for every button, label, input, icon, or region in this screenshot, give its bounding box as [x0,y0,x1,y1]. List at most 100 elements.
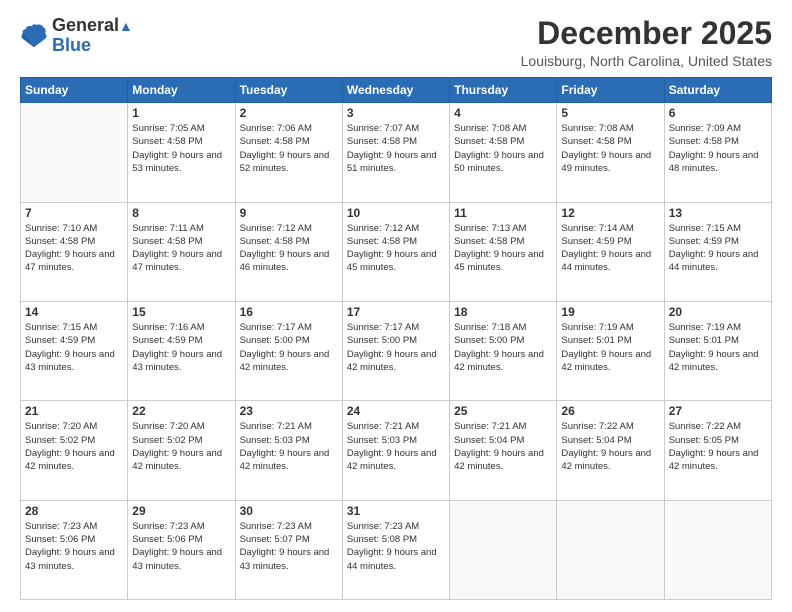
day-number: 16 [240,305,338,319]
day-info: Sunrise: 7:12 AM Sunset: 4:58 PM Dayligh… [347,222,445,275]
day-info: Sunrise: 7:17 AM Sunset: 5:00 PM Dayligh… [240,321,338,374]
day-number: 5 [561,106,659,120]
day-number: 21 [25,404,123,418]
logo: General▲ Blue [20,16,133,56]
day-number: 30 [240,504,338,518]
col-thursday: Thursday [450,78,557,103]
day-number: 1 [132,106,230,120]
calendar-cell: 14 Sunrise: 7:15 AM Sunset: 4:59 PM Dayli… [21,301,128,400]
calendar-cell: 7 Sunrise: 7:10 AM Sunset: 4:58 PM Daylig… [21,202,128,301]
day-info: Sunrise: 7:08 AM Sunset: 4:58 PM Dayligh… [561,122,659,175]
day-number: 7 [25,206,123,220]
day-number: 14 [25,305,123,319]
day-info: Sunrise: 7:15 AM Sunset: 4:59 PM Dayligh… [25,321,123,374]
calendar-cell: 31 Sunrise: 7:23 AM Sunset: 5:08 PM Dayli… [342,500,449,599]
col-wednesday: Wednesday [342,78,449,103]
day-number: 26 [561,404,659,418]
calendar-cell: 27Sunrise: 7:22 AM Sunset: 5:05 PM Dayli… [664,401,771,500]
location: Louisburg, North Carolina, United States [521,53,772,69]
day-number: 31 [347,504,445,518]
calendar-cell [664,500,771,599]
title-block: December 2025 Louisburg, North Carolina,… [521,16,772,69]
day-number: 17 [347,305,445,319]
calendar-cell: 26 Sunrise: 7:22 AM Sunset: 5:04 PM Dayli… [557,401,664,500]
col-saturday: Saturday [664,78,771,103]
header: General▲ Blue December 2025 Louisburg, N… [20,16,772,69]
day-number: 29 [132,504,230,518]
day-info: Sunrise: 7:18 AM Sunset: 5:00 PM Dayligh… [454,321,552,374]
day-info: Sunrise: 7:15 AM Sunset: 4:59 PM Dayligh… [669,222,767,275]
day-info: Sunrise: 7:05 AM Sunset: 4:58 PM Dayligh… [132,122,230,175]
day-info: Sunrise: 7:09 AM Sunset: 4:58 PM Dayligh… [669,122,767,175]
day-info: Sunrise: 7:23 AM Sunset: 5:06 PM Dayligh… [132,520,230,573]
day-number: 28 [25,504,123,518]
calendar-cell: 10 Sunrise: 7:12 AM Sunset: 4:58 PM Dayli… [342,202,449,301]
calendar-cell: 25Sunrise: 7:21 AM Sunset: 5:04 PM Dayli… [450,401,557,500]
day-number: 4 [454,106,552,120]
calendar-header-row: Sunday Monday Tuesday Wednesday Thursday… [21,78,772,103]
col-tuesday: Tuesday [235,78,342,103]
calendar-cell: 13Sunrise: 7:15 AM Sunset: 4:59 PM Dayli… [664,202,771,301]
day-number: 23 [240,404,338,418]
day-info: Sunrise: 7:21 AM Sunset: 5:03 PM Dayligh… [240,420,338,473]
day-number: 18 [454,305,552,319]
calendar-cell [557,500,664,599]
day-info: Sunrise: 7:16 AM Sunset: 4:59 PM Dayligh… [132,321,230,374]
calendar-cell: 29 Sunrise: 7:23 AM Sunset: 5:06 PM Dayli… [128,500,235,599]
calendar-cell: 20Sunrise: 7:19 AM Sunset: 5:01 PM Dayli… [664,301,771,400]
day-number: 9 [240,206,338,220]
calendar-cell: 12 Sunrise: 7:14 AM Sunset: 4:59 PM Dayli… [557,202,664,301]
calendar-cell: 8 Sunrise: 7:11 AM Sunset: 4:58 PM Daylig… [128,202,235,301]
calendar-cell: 3Sunrise: 7:07 AM Sunset: 4:58 PM Daylig… [342,103,449,202]
day-number: 15 [132,305,230,319]
calendar-cell [21,103,128,202]
day-number: 8 [132,206,230,220]
col-monday: Monday [128,78,235,103]
day-number: 10 [347,206,445,220]
day-info: Sunrise: 7:20 AM Sunset: 5:02 PM Dayligh… [132,420,230,473]
day-number: 12 [561,206,659,220]
day-info: Sunrise: 7:23 AM Sunset: 5:07 PM Dayligh… [240,520,338,573]
logo-icon [20,22,48,50]
day-number: 11 [454,206,552,220]
calendar-row-3: 14 Sunrise: 7:15 AM Sunset: 4:59 PM Dayli… [21,301,772,400]
day-number: 24 [347,404,445,418]
calendar-cell [450,500,557,599]
calendar-row-2: 7 Sunrise: 7:10 AM Sunset: 4:58 PM Daylig… [21,202,772,301]
calendar-cell: 28 Sunrise: 7:23 AM Sunset: 5:06 PM Dayli… [21,500,128,599]
month-title: December 2025 [521,16,772,51]
calendar-cell: 5 Sunrise: 7:08 AM Sunset: 4:58 PM Daylig… [557,103,664,202]
day-info: Sunrise: 7:08 AM Sunset: 4:58 PM Dayligh… [454,122,552,175]
calendar-cell: 9 Sunrise: 7:12 AM Sunset: 4:58 PM Daylig… [235,202,342,301]
day-number: 25 [454,404,552,418]
calendar-cell: 1 Sunrise: 7:05 AM Sunset: 4:58 PM Daylig… [128,103,235,202]
col-sunday: Sunday [21,78,128,103]
day-info: Sunrise: 7:10 AM Sunset: 4:58 PM Dayligh… [25,222,123,275]
calendar-row-5: 28 Sunrise: 7:23 AM Sunset: 5:06 PM Dayli… [21,500,772,599]
day-info: Sunrise: 7:23 AM Sunset: 5:06 PM Dayligh… [25,520,123,573]
day-info: Sunrise: 7:23 AM Sunset: 5:08 PM Dayligh… [347,520,445,573]
calendar-cell: 23 Sunrise: 7:21 AM Sunset: 5:03 PM Dayli… [235,401,342,500]
day-info: Sunrise: 7:19 AM Sunset: 5:01 PM Dayligh… [561,321,659,374]
day-number: 6 [669,106,767,120]
calendar-cell: 17Sunrise: 7:17 AM Sunset: 5:00 PM Dayli… [342,301,449,400]
calendar-cell: 21Sunrise: 7:20 AM Sunset: 5:02 PM Dayli… [21,401,128,500]
day-info: Sunrise: 7:06 AM Sunset: 4:58 PM Dayligh… [240,122,338,175]
day-number: 27 [669,404,767,418]
calendar-cell: 11 Sunrise: 7:13 AM Sunset: 4:58 PM Dayli… [450,202,557,301]
day-number: 20 [669,305,767,319]
day-info: Sunrise: 7:22 AM Sunset: 5:04 PM Dayligh… [561,420,659,473]
day-info: Sunrise: 7:14 AM Sunset: 4:59 PM Dayligh… [561,222,659,275]
calendar-cell: 2 Sunrise: 7:06 AM Sunset: 4:58 PM Daylig… [235,103,342,202]
day-info: Sunrise: 7:12 AM Sunset: 4:58 PM Dayligh… [240,222,338,275]
calendar-row-4: 21 Sunrise: 7:20 AM Sunset: 5:02 PM Dayli… [21,401,772,500]
calendar-cell: 16 Sunrise: 7:17 AM Sunset: 5:00 PM Dayli… [235,301,342,400]
calendar-cell: 24Sunrise: 7:21 AM Sunset: 5:03 PM Dayli… [342,401,449,500]
day-info: Sunrise: 7:11 AM Sunset: 4:58 PM Dayligh… [132,222,230,275]
day-number: 2 [240,106,338,120]
day-number: 19 [561,305,659,319]
day-info: Sunrise: 7:13 AM Sunset: 4:58 PM Dayligh… [454,222,552,275]
calendar-row-1: 1 Sunrise: 7:05 AM Sunset: 4:58 PM Daylig… [21,103,772,202]
calendar-cell: 18 Sunrise: 7:18 AM Sunset: 5:00 PM Dayli… [450,301,557,400]
day-number: 3 [347,106,445,120]
